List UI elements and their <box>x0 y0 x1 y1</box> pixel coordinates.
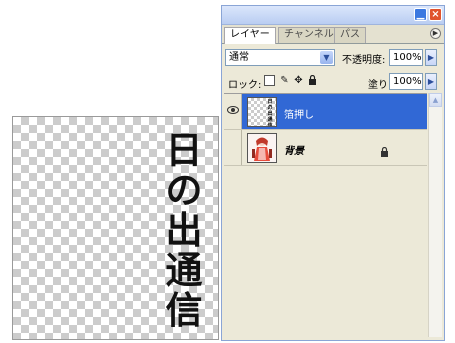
tab-channels[interactable]: チャンネル <box>278 27 340 43</box>
eye-icon <box>227 106 239 114</box>
text-char: 出 <box>165 209 203 252</box>
visibility-toggle[interactable] <box>224 94 242 129</box>
lock-fill-row: ロック: ✎ ✥ 塗り: 100% ▶ <box>222 71 444 93</box>
fill-input[interactable]: 100% <box>389 73 423 90</box>
blend-mode-select[interactable]: 通常 ▼ <box>225 49 335 66</box>
fill-slider-button[interactable]: ▶ <box>425 73 437 90</box>
play-icon: ▶ <box>432 29 439 37</box>
layer-name[interactable]: 箔押し <box>284 106 314 121</box>
layer-thumbnail <box>247 133 277 163</box>
text-char: 日 <box>165 129 203 172</box>
opacity-input[interactable]: 100% <box>389 49 423 66</box>
palette-titlebar[interactable]: ▁ × <box>222 6 444 25</box>
vertical-text-layer: 日 の 出 通 信 <box>164 131 204 331</box>
lock-transparency-icon[interactable] <box>264 75 275 86</box>
visibility-toggle[interactable] <box>224 130 242 165</box>
brush-icon[interactable]: ✎ <box>279 75 290 86</box>
tab-paths[interactable]: パス <box>334 27 366 43</box>
layer-row-background[interactable]: 背景 <box>224 130 427 166</box>
thumbnail-text: 日の出通信 <box>267 99 273 127</box>
minimize-button[interactable]: ▁ <box>414 8 427 21</box>
close-icon: × <box>431 9 440 20</box>
character-illustration-icon <box>248 134 276 162</box>
close-button[interactable]: × <box>429 8 442 21</box>
chevron-up-icon: ▲ <box>432 96 439 104</box>
play-icon: ▶ <box>427 53 435 62</box>
scroll-up-button[interactable]: ▲ <box>429 93 442 107</box>
blend-opacity-row: 通常 ▼ 不透明度: 100% ▶ <box>222 47 444 69</box>
play-icon: ▶ <box>427 77 435 86</box>
opacity-label: 不透明度: <box>342 55 386 66</box>
layers-list: 日の出通信 箔押し 背景 <box>224 93 427 338</box>
fill-label: 塗り: <box>368 80 392 91</box>
layer-thumbnail: 日の出通信 <box>247 97 277 127</box>
layers-palette: ▁ × レイヤー チャンネル パス ▶ 通常 ▼ 不透明度: 100% ▶ ロッ… <box>221 5 445 341</box>
palette-menu-button[interactable]: ▶ <box>430 28 441 39</box>
chevron-down-icon[interactable]: ▼ <box>320 51 333 64</box>
blend-mode-value: 通常 <box>229 52 249 63</box>
text-char: 通 <box>165 249 203 292</box>
layer-name[interactable]: 背景 <box>284 142 304 157</box>
lock-icon[interactable] <box>307 74 318 86</box>
minimize-icon: ▁ <box>416 9 425 20</box>
lock-icon <box>380 142 389 157</box>
text-char: の <box>165 169 203 212</box>
tab-layers[interactable]: レイヤー <box>224 27 276 44</box>
layer-row-foil-stamp[interactable]: 日の出通信 箔押し <box>224 94 427 130</box>
opacity-slider-button[interactable]: ▶ <box>425 49 437 66</box>
document-canvas[interactable]: 日 の 出 通 信 <box>12 116 219 340</box>
text-char: 信 <box>165 289 203 332</box>
layers-scrollbar[interactable]: ▲ <box>428 93 442 337</box>
move-icon[interactable]: ✥ <box>293 75 304 86</box>
palette-tabs: レイヤー チャンネル パス ▶ <box>222 25 444 44</box>
lock-label: ロック: <box>228 80 262 91</box>
